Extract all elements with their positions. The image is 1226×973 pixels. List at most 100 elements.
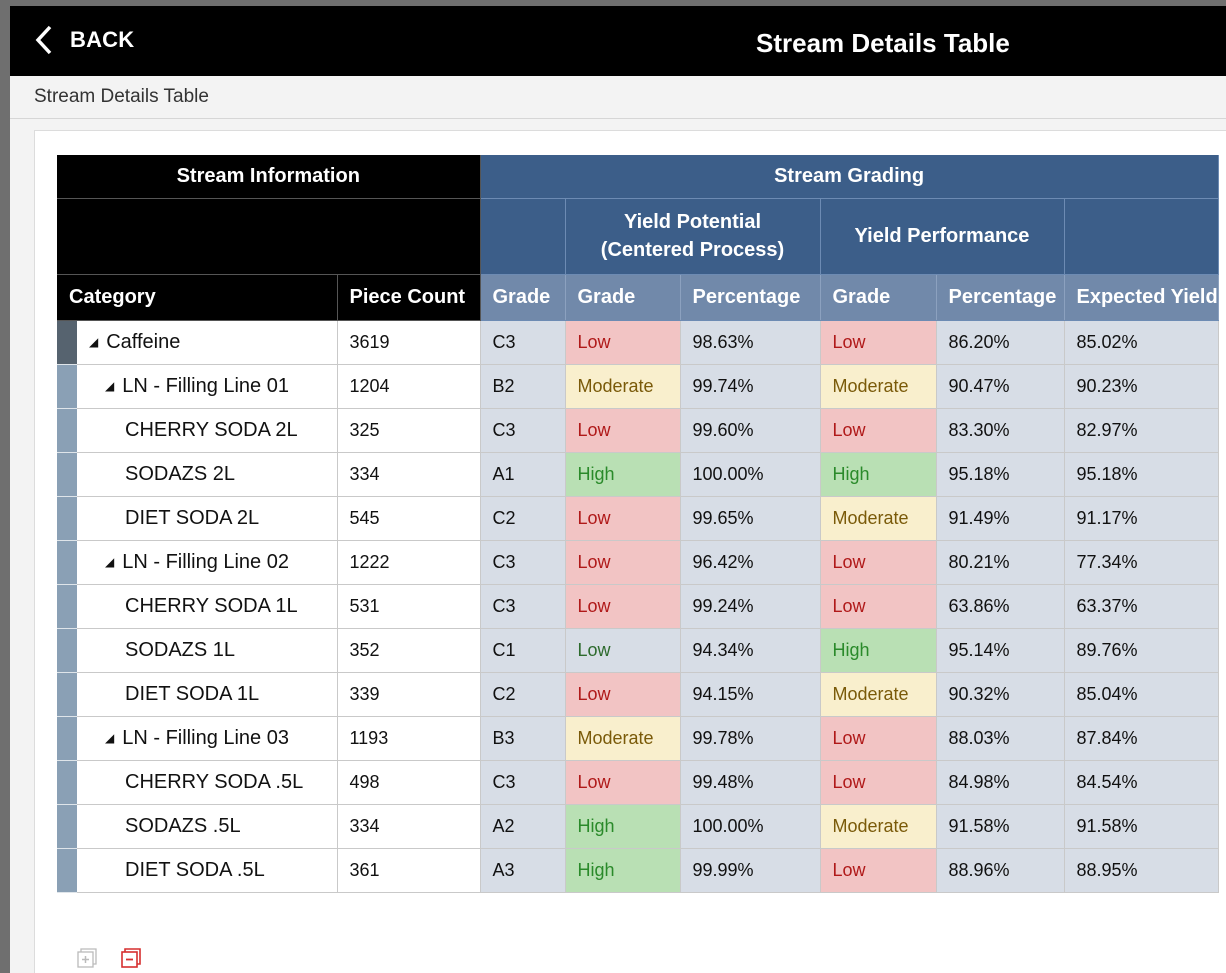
row-selector[interactable] [57, 452, 77, 497]
expand-all-icon[interactable] [75, 946, 99, 970]
yield-potential-grade-cell: Moderate [565, 364, 681, 409]
table-row[interactable]: DIET SODA 1L 339 C2 Low 94.15% Moderate 90.32%… [57, 672, 1219, 717]
category-label: SODAZS 1L [125, 638, 236, 661]
column-header-yield-performance-grade[interactable]: Grade [820, 274, 937, 321]
grade-cell: C3 [480, 540, 566, 585]
yield-performance-grade-cell: Low [820, 584, 937, 629]
grade-cell: B2 [480, 364, 566, 409]
yield-potential-grade-cell: Low [565, 408, 681, 453]
table-body: ◢ Caffeine 3619 C3 Low 98.63% Low 86.20% 85.02% ◢… [57, 320, 1219, 893]
column-header-expected-yield[interactable]: Expected Yield [1064, 274, 1219, 321]
table-row[interactable]: SODAZS 2L 334 A1 High 100.00% High 95.18% 95.18… [57, 452, 1219, 497]
table-row[interactable]: CHERRY SODA 2L 325 C3 Low 99.60% Low 83.30% 82.… [57, 408, 1219, 453]
collapse-triangle-icon[interactable]: ◢ [105, 555, 114, 569]
piece-count-cell: 1193 [337, 716, 481, 761]
yield-performance-grade-cell: Moderate [820, 364, 937, 409]
expected-yield-cell: 85.02% [1064, 320, 1219, 365]
table-row[interactable]: CHERRY SODA .5L 498 C3 Low 99.48% Low 84.98% 84… [57, 760, 1219, 805]
row-selector[interactable] [57, 320, 77, 365]
expected-yield-cell: 90.23% [1064, 364, 1219, 409]
yield-performance-percentage-cell: 88.96% [936, 848, 1065, 893]
yield-performance-grade-cell: Low [820, 848, 937, 893]
category-cell[interactable]: ◢ Caffeine [77, 320, 338, 365]
category-label: Caffeine [106, 330, 181, 353]
yield-potential-grade-cell: Moderate [565, 716, 681, 761]
table-row[interactable]: CHERRY SODA 1L 531 C3 Low 99.24% Low 63.86% 63.… [57, 584, 1219, 629]
yield-potential-percentage-cell: 100.00% [680, 452, 821, 497]
column-header-yield-potential-percentage[interactable]: Percentage [680, 274, 821, 321]
table-row[interactable]: DIET SODA 2L 545 C2 Low 99.65% Moderate 91.49%… [57, 496, 1219, 541]
yield-performance-percentage-cell: 91.58% [936, 804, 1065, 849]
tree-controls [75, 946, 143, 970]
table-row[interactable]: ◢ LN - Filling Line 01 1204 B2 Moderate 99.74… [57, 364, 1219, 409]
table-row[interactable]: ◢ LN - Filling Line 03 1193 B3 Moderate 99.78… [57, 716, 1219, 761]
collapse-all-icon[interactable] [119, 946, 143, 970]
yield-performance-grade-cell: High [820, 628, 937, 673]
yield-performance-grade-cell: Moderate [820, 496, 937, 541]
yield-potential-percentage-cell: 99.99% [680, 848, 821, 893]
category-cell[interactable]: ◢ LN - Filling Line 02 [77, 540, 338, 585]
yield-performance-percentage-cell: 90.32% [936, 672, 1065, 717]
table-row[interactable]: SODAZS 1L 352 C1 Low 94.34% High 95.14% 89.76% [57, 628, 1219, 673]
category-cell: DIET SODA 1L [77, 672, 338, 717]
row-selector[interactable] [57, 584, 77, 629]
column-header-category[interactable]: Category [57, 274, 338, 321]
yield-potential-percentage-cell: 99.60% [680, 408, 821, 453]
expected-yield-cell: 82.97% [1064, 408, 1219, 453]
expected-yield-cell: 89.76% [1064, 628, 1219, 673]
yield-potential-grade-cell: Low [565, 320, 681, 365]
row-selector[interactable] [57, 672, 77, 717]
piece-count-cell: 361 [337, 848, 481, 893]
grade-cell: C1 [480, 628, 566, 673]
category-label: CHERRY SODA 1L [125, 594, 298, 617]
yield-performance-percentage-cell: 88.03% [936, 716, 1065, 761]
row-selector[interactable] [57, 540, 77, 585]
yield-potential-percentage-cell: 96.42% [680, 540, 821, 585]
row-selector[interactable] [57, 364, 77, 409]
category-cell: SODAZS 2L [77, 452, 338, 497]
yield-potential-grade-cell: Low [565, 628, 681, 673]
piece-count-cell: 334 [337, 452, 481, 497]
yield-potential-grade-cell: Low [565, 496, 681, 541]
category-cell[interactable]: ◢ LN - Filling Line 01 [77, 364, 338, 409]
column-header-yield-potential-grade[interactable]: Grade [565, 274, 681, 321]
page-title: Stream Details Table [756, 28, 1010, 58]
collapse-triangle-icon[interactable]: ◢ [105, 731, 114, 745]
category-label: SODAZS 2L [125, 462, 236, 485]
row-selector[interactable] [57, 628, 77, 673]
category-cell[interactable]: ◢ LN - Filling Line 03 [77, 716, 338, 761]
category-cell: SODAZS 1L [77, 628, 338, 673]
table-row[interactable]: ◢ LN - Filling Line 02 1222 C3 Low 96.42% Low 8… [57, 540, 1219, 585]
yield-performance-grade-cell: Moderate [820, 672, 937, 717]
row-selector[interactable] [57, 716, 77, 761]
row-selector[interactable] [57, 804, 77, 849]
column-header-piece-count[interactable]: Piece Count [337, 274, 481, 321]
table-row[interactable]: ◢ Caffeine 3619 C3 Low 98.63% Low 86.20% 85.02% [57, 320, 1219, 365]
row-selector[interactable] [57, 408, 77, 453]
yield-performance-grade-cell: Low [820, 760, 937, 805]
column-header-yield-performance-percentage[interactable]: Percentage [936, 274, 1065, 321]
collapse-triangle-icon[interactable]: ◢ [89, 335, 98, 349]
yield-potential-label: Yield Potential [623, 211, 762, 233]
table-row[interactable]: DIET SODA .5L 361 A3 High 99.99% Low 88.96% 88.… [57, 848, 1219, 893]
yield-potential-grade-cell: High [565, 804, 681, 849]
yield-performance-percentage-cell: 63.86% [936, 584, 1065, 629]
piece-count-cell: 334 [337, 804, 481, 849]
row-selector[interactable] [57, 848, 77, 893]
row-selector[interactable] [57, 496, 77, 541]
table-row[interactable]: SODAZS .5L 334 A2 High 100.00% Moderate 91.58%… [57, 804, 1219, 849]
yield-performance-percentage-cell: 90.47% [936, 364, 1065, 409]
grade-cell: C2 [480, 496, 566, 541]
collapse-triangle-icon[interactable]: ◢ [105, 379, 114, 393]
category-label: DIET SODA 2L [125, 506, 260, 529]
grade-cell: C2 [480, 672, 566, 717]
yield-performance-grade-cell: Low [820, 716, 937, 761]
group-header-stream-grading: Stream Grading [480, 155, 1219, 199]
expected-yield-cell: 63.37% [1064, 584, 1219, 629]
category-label: LN - Filling Line 03 [122, 726, 289, 749]
grade-cell: C3 [480, 408, 566, 453]
category-label: DIET SODA 1L [125, 682, 260, 705]
row-selector[interactable] [57, 760, 77, 805]
column-header-grade[interactable]: Grade [480, 274, 566, 321]
expected-yield-cell: 85.04% [1064, 672, 1219, 717]
